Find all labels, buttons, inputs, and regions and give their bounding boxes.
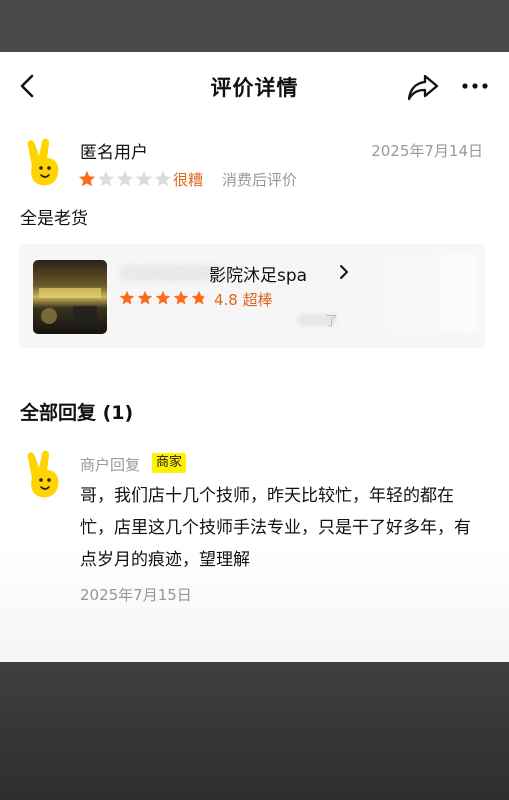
merchant-avatar[interactable] bbox=[22, 450, 66, 500]
top-dark-border bbox=[0, 0, 509, 52]
more-icon[interactable] bbox=[460, 74, 490, 98]
shop-name-redacted bbox=[119, 265, 223, 281]
star-half-icon bbox=[191, 290, 207, 305]
star-filled-icon bbox=[173, 290, 189, 305]
shop-star-rating bbox=[119, 290, 209, 306]
rating-subtext: 消费后评价 bbox=[222, 171, 298, 189]
star-filled-icon bbox=[155, 290, 171, 305]
card-blur-overlay bbox=[359, 254, 479, 334]
chevron-right-icon bbox=[340, 265, 348, 279]
shop-thumbnail bbox=[33, 260, 107, 334]
nav-bar: 评价详情 bbox=[0, 52, 509, 122]
review-star-rating bbox=[78, 170, 173, 188]
star-empty-icon bbox=[116, 170, 134, 187]
star-filled-icon bbox=[78, 170, 96, 187]
star-empty-icon bbox=[97, 170, 115, 187]
review-date: 2025年7月14日 bbox=[371, 142, 483, 160]
star-filled-icon bbox=[137, 290, 153, 305]
shop-name[interactable]: 影院沐足spa bbox=[209, 261, 307, 286]
star-empty-icon bbox=[154, 170, 172, 187]
star-empty-icon bbox=[135, 170, 153, 187]
reviewer-name[interactable]: 匿名用户 bbox=[80, 138, 148, 163]
shop-extra-info: 了 bbox=[325, 314, 339, 329]
reply-date: 2025年7月15日 bbox=[80, 586, 192, 604]
merchant-badge: 商家 bbox=[152, 453, 187, 473]
rating-label: 很糟 bbox=[173, 171, 204, 189]
shop-score: 4.8 超棒 bbox=[214, 291, 273, 309]
review-detail-screen: 评价详情 匿名用户 2025年7月14日 很糟 消费后评价 全是老货 影院沐足s… bbox=[0, 52, 509, 662]
review-content: 全是老货 bbox=[20, 209, 88, 229]
reply-author: 商户回复 bbox=[80, 456, 141, 474]
shop-card[interactable]: 影院沐足spa 4.8 超棒 了 bbox=[19, 244, 485, 348]
replies-heading: 全部回复 (1) bbox=[20, 402, 134, 424]
share-icon[interactable] bbox=[406, 72, 440, 102]
star-filled-icon bbox=[119, 290, 135, 305]
reply-text: 哥，我们店十几个技师，昨天比较忙，年轻的都在忙，店里这几个技师手法专业，只是干了… bbox=[80, 486, 471, 570]
user-avatar[interactable] bbox=[22, 138, 66, 188]
bottom-dark-border bbox=[0, 662, 509, 800]
